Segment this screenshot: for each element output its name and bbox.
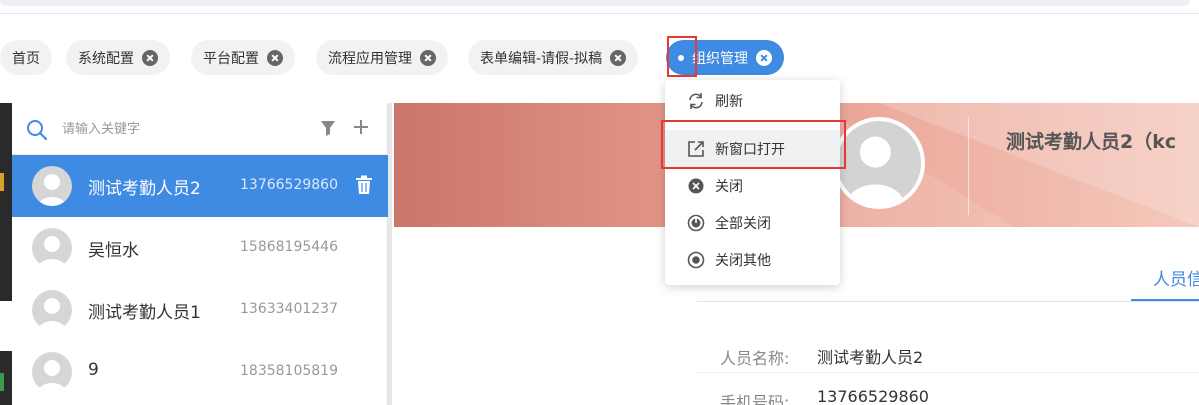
list-item[interactable]: 测试考勤人员2 13766529860 — [12, 155, 388, 217]
rail-marker — [0, 173, 4, 191]
field-label-name: 人员名称: — [720, 349, 790, 368]
menu-item-label: 关闭其他 — [715, 252, 771, 269]
tab-person-info[interactable]: 人员信 — [1131, 255, 1199, 301]
person-phone: 13633401237 — [240, 301, 338, 317]
person-name: 吴恒水 — [88, 241, 139, 261]
tab-close-icon[interactable] — [142, 49, 158, 66]
field-label-phone: 手机号码: — [720, 393, 790, 405]
search-input[interactable] — [62, 117, 302, 141]
person-phone: 13766529860 — [240, 177, 338, 193]
tab-form-edit[interactable]: 表单编辑-请假-拟稿 — [468, 40, 639, 75]
rail-strip — [0, 301, 12, 351]
close-circle-icon — [688, 178, 704, 193]
rail-marker — [0, 373, 4, 391]
person-name: 测试考勤人员2 — [88, 179, 201, 199]
avatar — [32, 166, 72, 206]
tab-label: 流程应用管理 — [328, 50, 412, 67]
highlight-box-menu — [661, 120, 846, 169]
trash-icon[interactable] — [355, 175, 373, 195]
menu-item-refresh[interactable]: 刷新 — [665, 82, 840, 119]
tab-close-icon[interactable] — [420, 49, 436, 66]
tab-context-menu: 刷新 新窗口打开 关闭 全部关闭 关闭其他 — [665, 80, 840, 285]
person-list-panel: 测试考勤人员2 13766529860 吴恒水 15868195446 测试考勤… — [12, 103, 388, 405]
list-scrollbar[interactable] — [388, 103, 392, 405]
tab-close-icon[interactable] — [610, 49, 627, 66]
profile-avatar — [833, 117, 925, 209]
top-strip — [0, 0, 1199, 14]
tab-bar: 首页 系统配置 平台配置 流程应用管理 表单编辑-请假-拟稿 组织管理 — [0, 40, 1199, 76]
menu-item-close[interactable]: 关闭 — [665, 167, 840, 204]
tab-label: 系统配置 — [78, 50, 134, 67]
power-icon — [687, 214, 705, 231]
person-phone: 18358105819 — [240, 363, 338, 379]
tab-close-icon[interactable] — [267, 49, 283, 66]
avatar — [32, 352, 72, 392]
search-icon[interactable] — [26, 119, 48, 141]
menu-item-label: 关闭 — [715, 178, 743, 195]
menu-item-label: 全部关闭 — [715, 215, 771, 232]
tab-close-icon[interactable] — [756, 49, 772, 66]
menu-item-close-others[interactable]: 关闭其他 — [665, 241, 840, 278]
list-item[interactable]: 测试考勤人员1 13633401237 — [12, 279, 388, 341]
field-value-phone: 13766529860 — [817, 387, 929, 405]
person-name: 9 — [88, 360, 99, 380]
field-value-name: 测试考勤人员2 — [817, 348, 924, 367]
highlight-box-dot — [667, 36, 697, 77]
radio-dot-icon — [687, 251, 705, 268]
tab-platform-config[interactable]: 平台配置 — [191, 40, 295, 75]
tab-system-config[interactable]: 系统配置 — [66, 40, 170, 75]
person-phone: 15868195446 — [240, 239, 338, 255]
plus-icon[interactable] — [352, 118, 370, 136]
filter-icon[interactable] — [320, 119, 336, 137]
tab-label: 首页 — [12, 50, 40, 67]
avatar — [32, 228, 72, 268]
tab-home[interactable]: 首页 — [0, 40, 52, 75]
banner-divider — [968, 117, 969, 215]
refresh-icon — [689, 92, 703, 109]
top-bar — [0, 0, 1190, 6]
list-item[interactable]: 9 18358105819 — [12, 341, 388, 403]
avatar — [32, 290, 72, 330]
menu-item-label: 刷新 — [715, 93, 743, 110]
divider — [697, 301, 1199, 302]
search-bar — [12, 103, 388, 155]
left-rail — [0, 103, 12, 405]
profile-title: 测试考勤人员2（kc — [1006, 131, 1177, 153]
tab-label: 表单编辑-请假-拟稿 — [480, 50, 603, 67]
menu-item-close-all[interactable]: 全部关闭 — [665, 204, 840, 241]
tab-label: 平台配置 — [203, 50, 259, 67]
tab-label: 组织管理 — [692, 50, 748, 67]
divider — [697, 372, 1199, 373]
tab-workflow-app[interactable]: 流程应用管理 — [316, 40, 448, 75]
list-item[interactable]: 吴恒水 15868195446 — [12, 217, 388, 279]
person-name: 测试考勤人员1 — [88, 303, 201, 323]
